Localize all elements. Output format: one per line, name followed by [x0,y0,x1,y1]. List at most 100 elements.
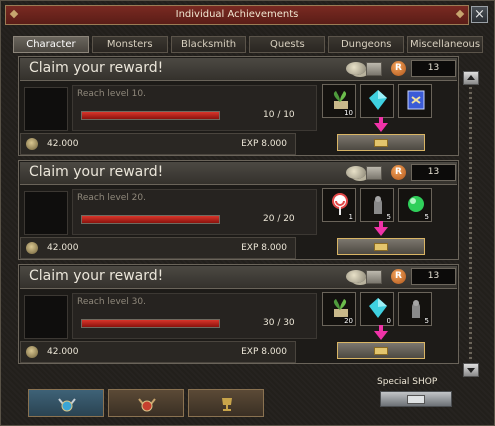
lollipop-icon [328,193,352,215]
reward-quantity: 5 [424,213,429,221]
coins-icon [346,270,366,283]
stone-statue-icon [404,297,428,319]
reward-quantity: 0 [386,317,391,325]
requirement-area: Reach level 10. 10 / 10 [72,85,317,131]
card-title: Claim your reward! [29,60,164,76]
herb-plant-icon [328,297,352,319]
coins-icon [346,62,366,75]
medal-tab-red[interactable] [108,389,184,417]
requirement-area: Reach level 20. 20 / 20 [72,189,317,235]
gold-amount: 42.000 [47,243,79,253]
progress-bar [81,319,220,328]
claim-chest-icon [374,347,388,355]
scroll-card-icon [404,89,428,111]
requirement-text: Reach level 30. [77,297,146,307]
r-badge-icon: R [391,269,406,284]
gold-trophy-icon [217,396,237,412]
shop-icon [407,395,425,404]
progress-bar [81,111,220,120]
progress-fill [82,112,219,119]
reward-slot[interactable]: 5 [398,188,432,222]
reward-slot[interactable]: 1 [322,188,356,222]
requirement-text: Reach level 20. [77,193,146,203]
list-scrollbar[interactable] [463,71,479,377]
tab-miscellaneous[interactable]: Miscellaneous [407,36,483,53]
reward-slot[interactable] [398,84,432,118]
progress-text: 30 / 30 [263,318,295,328]
stone-statue-icon [366,193,390,215]
arrow-down-icon [374,227,388,236]
chest-icon [366,166,382,180]
card-footer: 42.000 EXP 8.000 [20,237,296,259]
special-shop-label: Special SHOP [377,377,438,387]
chest-icon [366,270,382,284]
close-icon: × [474,7,485,22]
gold-amount: 42.000 [47,139,79,149]
claim-chest-icon [374,139,388,147]
gold-coin-icon [26,346,38,358]
reward-quantity: 20 [344,317,353,325]
close-button[interactable]: × [471,6,488,23]
card-title: Claim your reward! [29,268,164,284]
claim-reward-button[interactable] [337,238,425,255]
special-shop-button[interactable] [380,391,452,407]
card-body: Reach level 30. 30 / 30 20 0 5 [20,289,457,340]
reward-quantity: 10 [344,109,353,117]
claim-reward-button[interactable] [337,342,425,359]
r-points-value: 13 [411,60,456,77]
card-header: Claim your reward! R 13 [20,58,457,81]
crystal-gem-icon [366,297,390,319]
exp-amount: EXP 8.000 [241,347,287,357]
scroll-up-button[interactable] [463,71,479,85]
green-orb-icon [404,193,428,215]
scroll-down-button[interactable] [463,363,479,377]
category-tabs: Character Monsters Blacksmith Quests Dun… [13,36,483,53]
card-footer: 42.000 EXP 8.000 [20,341,296,363]
crystal-gem-icon [366,89,390,111]
reward-quantity: 1 [348,213,353,221]
claim-chest-icon [374,243,388,251]
arrow-down-icon [374,123,388,132]
achievement-card: Claim your reward! R 13 Reach level 30. … [18,264,459,364]
tab-monsters[interactable]: Monsters [91,36,168,53]
medal-tab-blue[interactable] [28,389,104,417]
exp-amount: EXP 8.000 [241,243,287,253]
trophy-tab[interactable] [188,389,264,417]
reward-slot[interactable] [360,84,394,118]
reward-slot[interactable]: 5 [360,188,394,222]
card-header: Claim your reward! R 13 [20,162,457,185]
reward-slot[interactable]: 0 [360,292,394,326]
claim-reward-button[interactable] [337,134,425,151]
exp-amount: EXP 8.000 [241,139,287,149]
gold-amount: 42.000 [47,347,79,357]
achievement-thumbnail [24,191,68,235]
card-title: Claim your reward! [29,164,164,180]
tab-character[interactable]: Character [13,36,89,53]
tab-blacksmith[interactable]: Blacksmith [170,36,247,53]
tab-quests[interactable]: Quests [249,36,326,53]
r-points-value: 13 [411,268,456,285]
achievement-card: Claim your reward! R 13 Reach level 20. … [18,160,459,260]
achievement-card: Claim your reward! R 13 Reach level 10. … [18,56,459,156]
card-body: Reach level 10. 10 / 10 10 [20,81,457,132]
herb-plant-icon [328,89,352,111]
reward-slot[interactable]: 20 [322,292,356,326]
progress-bar [81,215,220,224]
reward-slot[interactable]: 10 [322,84,356,118]
requirement-text: Reach level 10. [77,89,146,99]
blue-medal-icon [57,396,77,412]
scroll-track[interactable] [469,87,472,361]
window-title: Individual Achievements [5,5,469,25]
r-points-value: 13 [411,164,456,181]
progress-fill [82,320,219,327]
progress-text: 20 / 20 [263,214,295,224]
achievement-thumbnail [24,295,68,339]
reward-slot[interactable]: 5 [398,292,432,326]
r-badge-icon: R [391,61,406,76]
achievement-list: Claim your reward! R 13 Reach level 10. … [18,56,459,376]
card-body: Reach level 20. 20 / 20 1 5 5 [20,185,457,236]
coins-icon [346,166,366,179]
requirement-area: Reach level 30. 30 / 30 [72,293,317,339]
tab-dungeons[interactable]: Dungeons [328,36,405,53]
chest-icon [366,62,382,76]
